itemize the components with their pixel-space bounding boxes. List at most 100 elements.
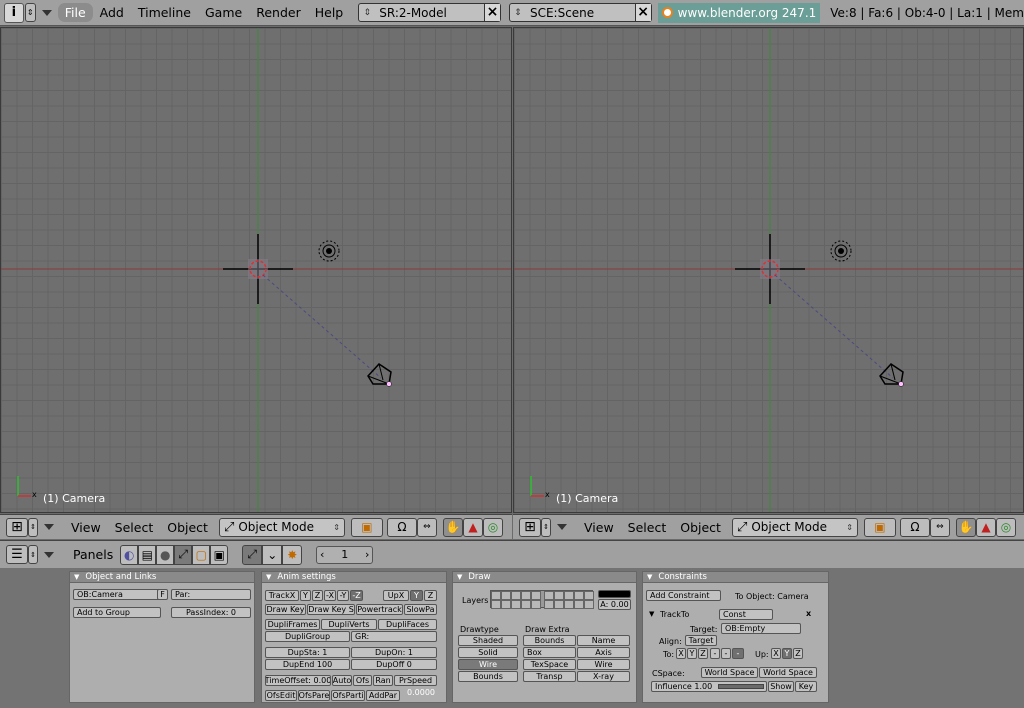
screen-name[interactable]: SR:2-Model bbox=[375, 6, 484, 20]
ofs-button[interactable]: Ofs bbox=[353, 675, 372, 686]
lamp-icon[interactable] bbox=[830, 240, 852, 262]
layer-button-12[interactable] bbox=[501, 600, 511, 609]
editing-context-button[interactable]: ▢ bbox=[192, 544, 211, 565]
parent-field[interactable]: Par: bbox=[171, 589, 251, 600]
mode-selector[interactable]: ⤢ Object Mode ⇕ bbox=[218, 517, 345, 537]
layer-button-16[interactable] bbox=[544, 600, 554, 609]
lamp-icon[interactable] bbox=[318, 240, 340, 262]
screen-updown-icon[interactable]: ⇕ bbox=[359, 8, 375, 18]
track-neg-x-button[interactable]: -X bbox=[324, 590, 336, 601]
script-context-button[interactable]: ▤ bbox=[138, 544, 157, 565]
to-x-button[interactable]: X bbox=[676, 648, 686, 659]
transp-toggle[interactable]: Transp bbox=[523, 671, 576, 682]
3d-viewport-left[interactable]: x (1) Camera bbox=[0, 27, 512, 513]
scene-updown-icon[interactable]: ⇕ bbox=[510, 8, 526, 18]
rotate-manipulator-button[interactable]: ▲ bbox=[462, 517, 483, 537]
key-button[interactable]: Key bbox=[795, 681, 817, 692]
wire-toggle[interactable]: Wire bbox=[577, 659, 630, 670]
editor-type-grid-icon[interactable]: ⊞ bbox=[519, 517, 541, 537]
drawtype-wire[interactable]: Wire bbox=[458, 659, 518, 670]
powertrack-button[interactable]: Powertrack bbox=[356, 604, 403, 615]
scene-selector[interactable]: ⇕ SCE:Scene × bbox=[508, 3, 652, 22]
color-swatch[interactable] bbox=[598, 590, 631, 598]
layer-button-17[interactable] bbox=[554, 600, 564, 609]
show-button[interactable]: Show bbox=[768, 681, 794, 692]
collapse-header-icon[interactable] bbox=[44, 524, 54, 530]
to-z-button[interactable]: Z bbox=[698, 648, 708, 659]
xray-toggle[interactable]: X-ray bbox=[577, 671, 630, 682]
layer-buttons[interactable] bbox=[490, 590, 594, 609]
collapse-triangle-icon[interactable]: ▼ bbox=[74, 573, 79, 581]
up-z-button[interactable]: Z bbox=[424, 590, 437, 601]
up-z-button[interactable]: Z bbox=[793, 648, 803, 659]
menu-object[interactable]: Object bbox=[673, 520, 728, 535]
menu-game[interactable]: Game bbox=[198, 3, 249, 22]
scale-manipulator-button[interactable]: ◎ bbox=[482, 517, 503, 537]
scene-name[interactable]: SCE:Scene bbox=[526, 6, 635, 20]
pivot-selector[interactable]: Ω bbox=[899, 517, 930, 537]
target-space-select[interactable]: World Space bbox=[759, 667, 817, 678]
influence-slider-track[interactable] bbox=[718, 684, 765, 689]
drawtype-shaded[interactable]: Shaded bbox=[458, 635, 518, 646]
logic-context-button[interactable]: ◐ bbox=[120, 544, 139, 565]
track-neg-z-button[interactable]: -Z bbox=[350, 590, 363, 601]
track-neg-y-button[interactable]: -Y bbox=[337, 590, 349, 601]
slowpar-button[interactable]: SlowPa bbox=[404, 604, 437, 615]
dup-off-field[interactable]: DupOff 0 bbox=[351, 659, 437, 670]
alpha-field[interactable]: A: 0.00 bbox=[598, 599, 631, 610]
to-y-button[interactable]: Y bbox=[687, 648, 697, 659]
buttons-editor-icon[interactable]: ☰ bbox=[6, 545, 28, 564]
menu-object[interactable]: Object bbox=[160, 520, 215, 535]
screen-delete-icon[interactable]: × bbox=[483, 4, 500, 21]
drawtype-bounds[interactable]: Bounds bbox=[458, 671, 518, 682]
to-neg-y-button[interactable]: - bbox=[721, 648, 731, 659]
menu-select[interactable]: Select bbox=[621, 520, 674, 535]
addpar-button[interactable]: AddPar bbox=[366, 690, 400, 701]
layer-button-10[interactable] bbox=[584, 591, 594, 600]
name-toggle[interactable]: Name bbox=[577, 635, 630, 646]
dupliverts-button[interactable]: DupliVerts bbox=[321, 619, 377, 630]
add-constraint-button[interactable]: Add Constraint bbox=[646, 590, 721, 601]
menu-help[interactable]: Help bbox=[308, 3, 351, 22]
influence-slider[interactable]: Influence 1.00 bbox=[651, 681, 767, 692]
pivot-selector[interactable]: Ω bbox=[386, 517, 417, 537]
to-neg-z-button[interactable]: - bbox=[732, 648, 744, 659]
align-target-button[interactable]: Target bbox=[685, 635, 717, 646]
ran-button[interactable]: Ran bbox=[373, 675, 393, 686]
bounds-toggle[interactable]: Bounds bbox=[523, 635, 576, 646]
editor-updown-icon[interactable]: ⇕ bbox=[541, 517, 551, 537]
dup-on-field[interactable]: DupOn: 1 bbox=[351, 647, 437, 658]
layer-button-14[interactable] bbox=[521, 600, 531, 609]
up-x-button[interactable]: X bbox=[771, 648, 781, 659]
layer-button-19[interactable] bbox=[574, 600, 584, 609]
constraint-delete-icon[interactable]: x bbox=[806, 609, 811, 618]
camera-object-icon[interactable] bbox=[879, 363, 904, 387]
screen-selector[interactable]: ⇕ SR:2-Model × bbox=[358, 3, 501, 22]
target-field[interactable]: OB:Empty bbox=[721, 623, 801, 634]
panel-title[interactable]: ▼ Object and Links bbox=[70, 572, 254, 583]
ofsparti-button[interactable]: OfsParti bbox=[331, 690, 365, 701]
hand-tool-button[interactable]: ✋ bbox=[955, 517, 976, 537]
scale-manipulator-button[interactable]: ◎ bbox=[995, 517, 1016, 537]
to-neg-x-button[interactable]: - bbox=[710, 648, 720, 659]
drawtype-solid[interactable]: Solid bbox=[458, 647, 518, 658]
collapse-header-icon[interactable] bbox=[557, 524, 567, 530]
empty-object[interactable] bbox=[735, 234, 805, 304]
collapse-triangle-icon[interactable]: ▼ bbox=[266, 573, 271, 581]
time-offset-field[interactable]: TimeOffset: 0.00 bbox=[265, 675, 331, 686]
track-y-button[interactable]: Y bbox=[300, 590, 311, 601]
constraint-name-field[interactable]: Const bbox=[719, 609, 773, 620]
info-editor-icon[interactable]: i bbox=[4, 2, 24, 23]
transform-toggle[interactable]: ⇔ bbox=[929, 517, 950, 537]
dupliframes-button[interactable]: DupliFrames bbox=[265, 619, 320, 630]
layer-button-8[interactable] bbox=[564, 591, 574, 600]
draw-key-sel-button[interactable]: Draw Key S bbox=[307, 604, 355, 615]
object-context-button[interactable]: ⤢ bbox=[174, 544, 193, 565]
panel-title[interactable]: ▼ Anim settings bbox=[262, 572, 446, 583]
prspeed-button[interactable]: PrSpeed bbox=[394, 675, 437, 686]
layer-button-13[interactable] bbox=[511, 600, 521, 609]
ofsedit-button[interactable]: OfsEdit bbox=[265, 690, 297, 701]
object-name-field[interactable]: OB:Camera bbox=[73, 589, 161, 600]
frame-next-icon[interactable]: › bbox=[362, 548, 372, 561]
layer-button-5[interactable] bbox=[531, 591, 541, 600]
